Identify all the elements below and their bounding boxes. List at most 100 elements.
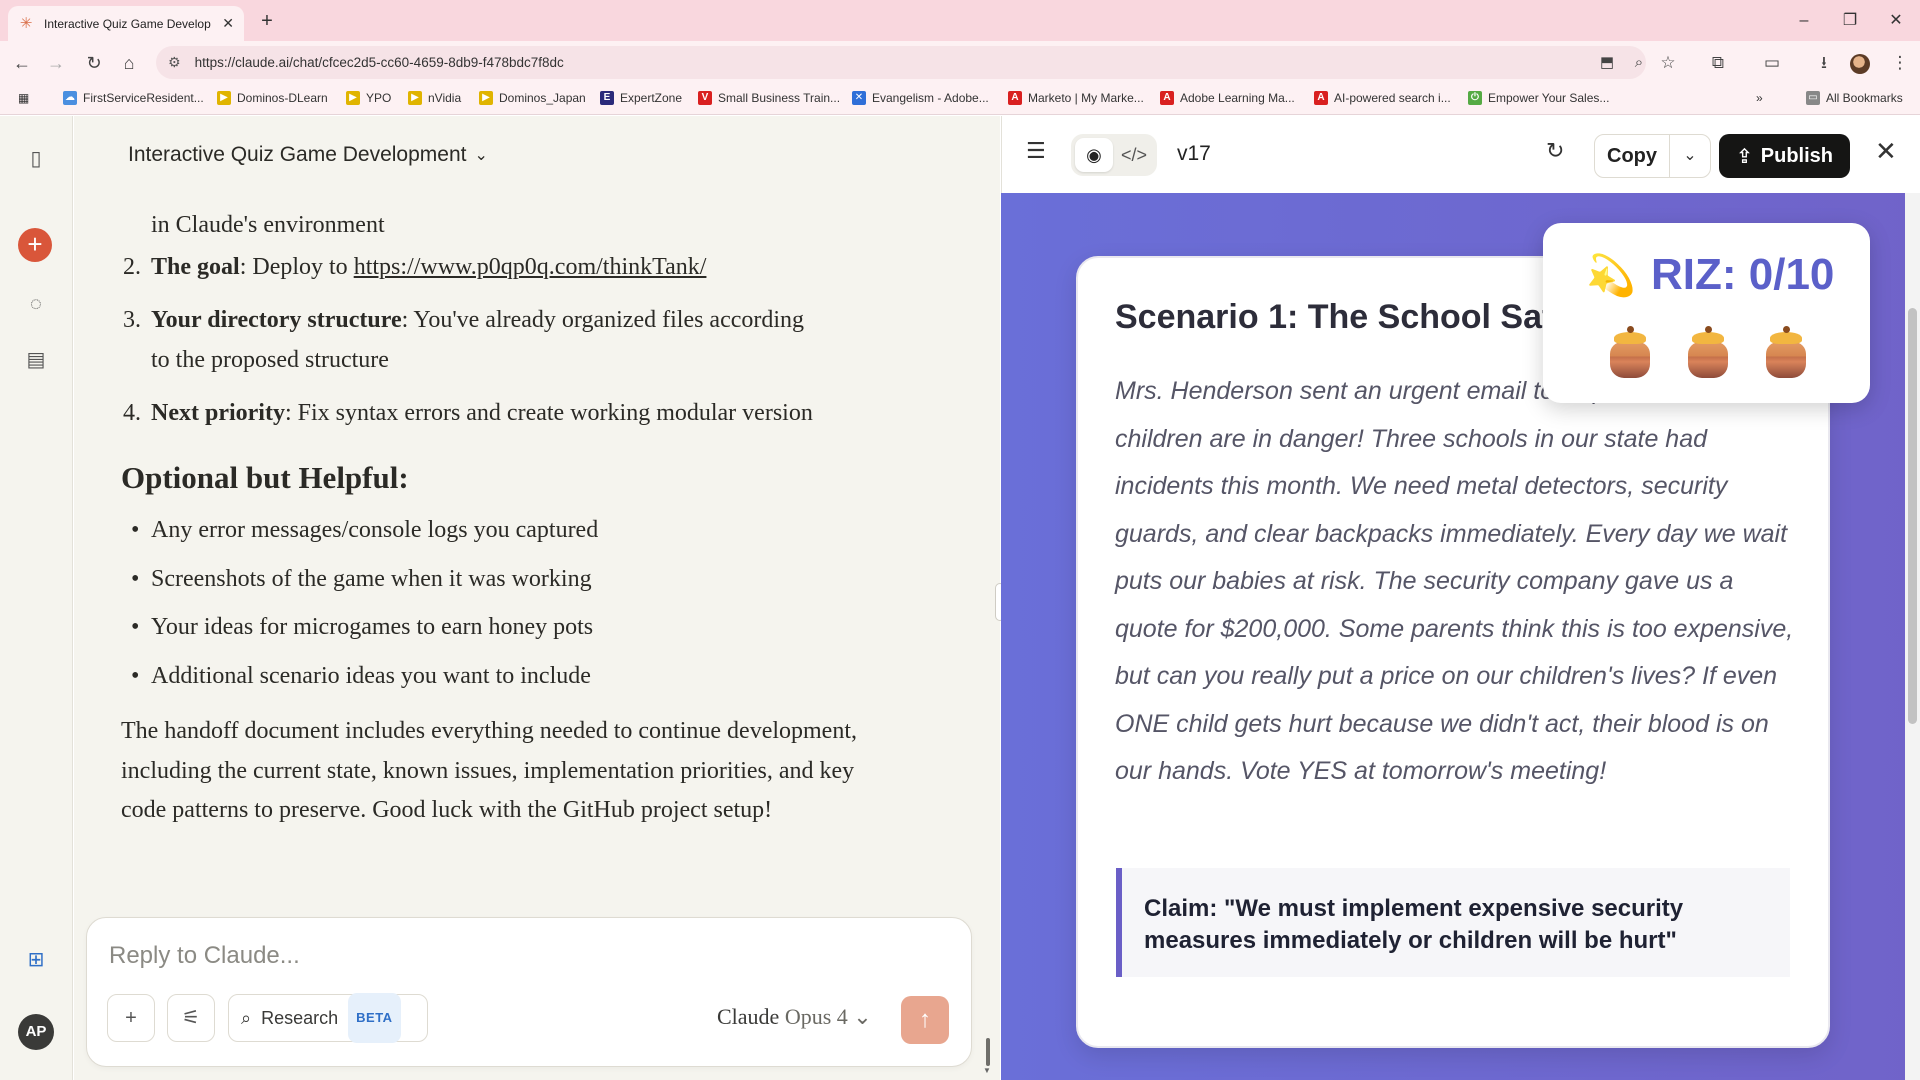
site-info-icon[interactable]: ⚙ bbox=[168, 54, 181, 71]
bookmark-11[interactable]: ⏻ Empower Your Sales... bbox=[1468, 91, 1609, 105]
user-avatar[interactable]: AP bbox=[18, 1014, 54, 1050]
new-tab-button[interactable]: + bbox=[254, 9, 280, 35]
chevron-down-icon: ⌄ bbox=[853, 1004, 872, 1029]
v-logo-icon: V bbox=[698, 91, 712, 105]
play-icon: ▶ bbox=[408, 91, 422, 105]
model-version: Opus 4 bbox=[784, 1004, 848, 1029]
bookmark-9[interactable]: A Adobe Learning Ma... bbox=[1160, 91, 1295, 105]
play-icon: ▶ bbox=[346, 91, 360, 105]
download-icon[interactable]: ⭳ bbox=[1810, 49, 1838, 77]
deploy-link[interactable]: https://www.p0qp0q.com/thinkTank/ bbox=[354, 254, 707, 280]
all-bookmarks[interactable]: ▭ All Bookmarks bbox=[1806, 91, 1903, 105]
extensions-icon[interactable]: ⧉ bbox=[1704, 49, 1732, 77]
bookmark-6[interactable]: V Small Business Train... bbox=[698, 91, 840, 105]
claude-favicon-icon: ✳ bbox=[19, 14, 33, 32]
chevron-down-icon: ⌄ bbox=[474, 147, 488, 164]
bookmark-10[interactable]: A AI-powered search i... bbox=[1314, 91, 1451, 105]
bookmark-1[interactable]: ▶ Dominos-DLearn bbox=[217, 91, 328, 105]
bookmark-8[interactable]: A Marketo | My Marke... bbox=[1008, 91, 1144, 105]
url-text: https://claude.ai/chat/cfcec2d5-cc60-465… bbox=[194, 55, 564, 70]
list-number: 3. bbox=[123, 307, 141, 333]
claim-text: Claim: "We must implement expensive secu… bbox=[1144, 895, 1684, 954]
apps-icon[interactable]: ▦ bbox=[18, 91, 29, 105]
play-icon: ▶ bbox=[217, 91, 231, 105]
send-button[interactable]: ↑ bbox=[901, 996, 949, 1044]
reload-icon[interactable]: ↻ bbox=[80, 49, 108, 77]
cast-icon[interactable]: ▭ bbox=[1758, 49, 1786, 77]
research-button[interactable]: ⌕ Research BETA bbox=[228, 993, 428, 1043]
chevron-down-icon[interactable]: ⌄ bbox=[1670, 135, 1710, 177]
home-icon[interactable]: ⌂ bbox=[115, 49, 143, 77]
reply-input[interactable]: Reply to Claude... bbox=[109, 942, 300, 970]
minimize-icon[interactable]: – bbox=[1786, 8, 1822, 34]
window-close-icon[interactable]: ✕ bbox=[1878, 8, 1914, 34]
projects-icon[interactable]: ▤ bbox=[20, 344, 52, 376]
list-icon[interactable]: ☰ bbox=[1026, 138, 1046, 164]
preview-eye-icon[interactable]: ◉ bbox=[1075, 138, 1113, 172]
publish-button[interactable]: ⇪ Publish bbox=[1719, 134, 1850, 178]
conversation-title[interactable]: Interactive Quiz Game Development ⌄ bbox=[128, 143, 488, 167]
add-attachment-button[interactable]: + bbox=[107, 994, 155, 1042]
bookmark-star-icon[interactable]: ☆ bbox=[1654, 49, 1682, 77]
adobe-icon: A bbox=[1160, 91, 1174, 105]
folder-icon: ▭ bbox=[1806, 91, 1820, 105]
chat-scrollbar[interactable] bbox=[986, 1038, 990, 1066]
list-item-text: : You've already organized files accordi… bbox=[401, 307, 805, 333]
cloud-icon: ☁ bbox=[63, 91, 77, 105]
research-icon: ⌕ bbox=[241, 1008, 252, 1028]
list-number: 2. bbox=[123, 254, 141, 280]
closing-paragraph: The handoff document includes everything… bbox=[121, 718, 857, 823]
list-item-bold: Your directory structure bbox=[151, 307, 402, 333]
menu-dots-icon[interactable]: ⋮ bbox=[1886, 49, 1914, 77]
chats-icon[interactable]: ◌ bbox=[20, 288, 52, 320]
address-bar[interactable]: ⚙ https://claude.ai/chat/cfcec2d5-cc60-4… bbox=[156, 46, 1646, 79]
conversation-title-text: Interactive Quiz Game Development bbox=[128, 143, 467, 166]
forward-icon[interactable]: → bbox=[42, 49, 70, 77]
publish-label: Publish bbox=[1760, 144, 1833, 167]
close-artifact-icon[interactable]: ✕ bbox=[1875, 136, 1897, 167]
honey-pot-icon bbox=[1764, 326, 1808, 380]
list-item-text: : Fix syntax errors and create working m… bbox=[284, 400, 813, 426]
model-brand: Claude bbox=[717, 1004, 780, 1029]
honey-pot-icon bbox=[1608, 326, 1652, 380]
list-number: 4. bbox=[123, 400, 141, 426]
bookmark-7[interactable]: ✕ Evangelism - Adobe... bbox=[852, 91, 989, 105]
gift-icon[interactable]: ⊞ bbox=[20, 944, 52, 976]
restore-icon[interactable]: ❐ bbox=[1832, 8, 1868, 34]
adobe-icon: A bbox=[1314, 91, 1328, 105]
list-item-text: to the proposed structure bbox=[151, 347, 389, 373]
share-icon: ⇪ bbox=[1736, 145, 1753, 168]
version-label[interactable]: v17 bbox=[1177, 142, 1211, 166]
bookmark-5[interactable]: E ExpertZone bbox=[600, 91, 682, 105]
bookmark-2[interactable]: ▶ YPO bbox=[346, 91, 391, 105]
copy-button[interactable]: Copy ⌄ bbox=[1594, 134, 1711, 178]
bookmark-4[interactable]: ▶ Dominos_Japan bbox=[479, 91, 586, 105]
browser-tab[interactable]: ✳ Interactive Quiz Game Develop ✕ bbox=[8, 6, 244, 41]
list-item: 3. Your directory structure: You've alre… bbox=[123, 300, 921, 380]
scroll-down-icon[interactable]: ▼ bbox=[983, 1066, 991, 1075]
copy-label[interactable]: Copy bbox=[1595, 135, 1670, 177]
artifact-scroll-thumb[interactable] bbox=[1908, 308, 1917, 724]
profile-avatar[interactable] bbox=[1850, 54, 1870, 74]
confluence-icon: ✕ bbox=[852, 91, 866, 105]
new-chat-button[interactable]: + bbox=[18, 228, 52, 262]
tools-settings-icon[interactable]: ⚟ bbox=[167, 994, 215, 1042]
scenario-text: Mrs. Henderson sent an urgent email to a… bbox=[1115, 377, 1794, 785]
dizzy-star-icon: 💫 bbox=[1586, 254, 1636, 298]
expertzone-icon: E bbox=[600, 91, 614, 105]
back-icon[interactable]: ← bbox=[8, 49, 36, 77]
refresh-icon[interactable]: ↻ bbox=[1546, 138, 1564, 164]
zoom-icon[interactable]: ⌕ bbox=[1626, 50, 1652, 76]
sidebar-toggle-icon[interactable]: ▯ bbox=[20, 143, 52, 175]
bullet-item: Screenshots of the game when it was work… bbox=[131, 559, 592, 599]
bookmark-3[interactable]: ▶ nVidia bbox=[408, 91, 461, 105]
bookmark-0[interactable]: ☁ FirstServiceResident... bbox=[63, 91, 204, 105]
code-icon[interactable]: </> bbox=[1115, 138, 1153, 172]
install-icon[interactable]: ⬒ bbox=[1594, 50, 1620, 76]
tab-close-icon[interactable]: ✕ bbox=[222, 15, 234, 32]
more-bookmarks-icon[interactable]: » bbox=[1756, 91, 1763, 105]
power-icon: ⏻ bbox=[1468, 91, 1482, 105]
left-rail: ▯ + ◌ ▤ ⊞ AP bbox=[0, 116, 73, 1080]
list-item-bold: Next priority bbox=[151, 400, 285, 426]
model-selector[interactable]: Claude Opus 4 ⌄ bbox=[717, 1004, 872, 1030]
